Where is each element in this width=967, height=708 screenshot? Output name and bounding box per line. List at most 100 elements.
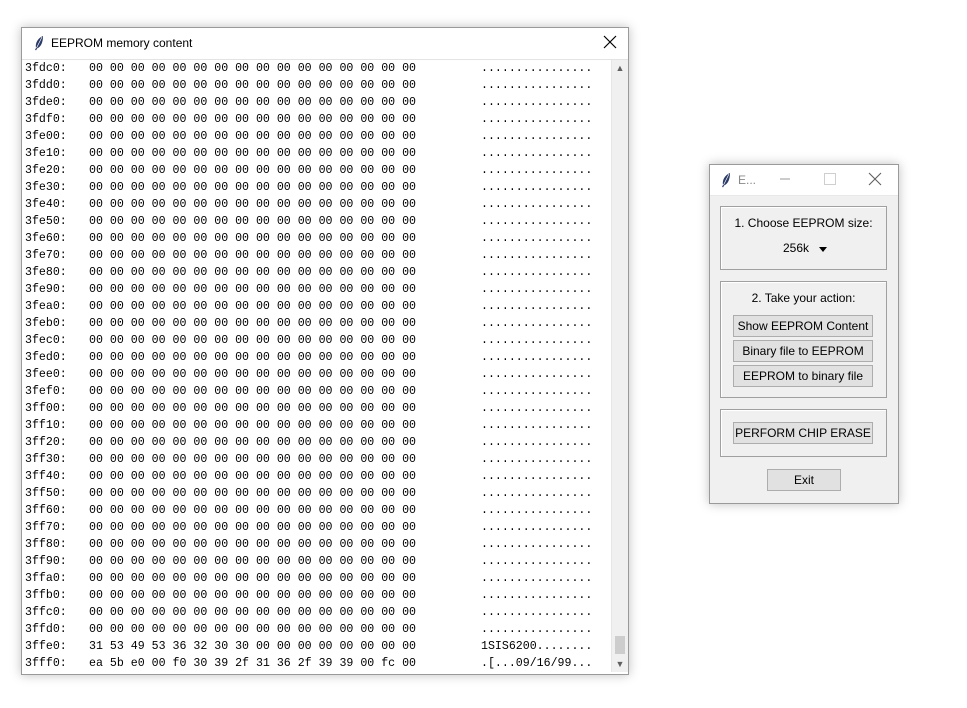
bytes-cell: 00 00 00 00 00 00 00 00 00 00 00 00 00 0… [89,300,416,313]
address-cell: 3ff00: [25,402,67,415]
address-cell: 3ff90: [25,555,67,568]
scrollbar-thumb[interactable] [615,636,625,654]
address-cell: 3ff80: [25,538,67,551]
hex-row: 3ff10: 00 00 00 00 00 00 00 00 00 00 00 0… [22,417,610,434]
ascii-cell: ................ [481,232,593,245]
ascii-cell: ................ [481,283,593,296]
eeprom-size-group: 1. Choose EEPROM size: 256k [720,206,887,270]
memory-window-titlebar[interactable]: EEPROM memory content [22,28,628,60]
erase-group: PERFORM CHIP ERASE [720,409,887,457]
scroll-up-icon[interactable]: ▲ [612,60,628,76]
address-cell: 3fdf0: [25,113,67,126]
bytes-cell: 00 00 00 00 00 00 00 00 00 00 00 00 00 0… [89,351,416,364]
address-cell: 3fe70: [25,249,67,262]
bytes-cell: 31 53 49 53 36 32 30 30 00 00 00 00 00 0… [89,640,416,653]
bytes-cell: 00 00 00 00 00 00 00 00 00 00 00 00 00 0… [89,113,416,126]
ascii-cell: ................ [481,62,593,75]
address-cell: 3fe60: [25,232,67,245]
hex-row: 3ffd0: 00 00 00 00 00 00 00 00 00 00 00 0… [22,621,610,638]
hex-row: 3fff0: ea 5b e0 00 f0 30 39 2f 31 36 2f 3… [22,655,610,672]
minimize-icon[interactable] [778,171,792,187]
chip-erase-button[interactable]: PERFORM CHIP ERASE [733,422,873,444]
hex-row: 3ffc0: 00 00 00 00 00 00 00 00 00 00 00 0… [22,604,610,621]
eeprom-size-label: 1. Choose EEPROM size: [734,216,873,230]
ascii-cell: ................ [481,215,593,228]
maximize-icon[interactable] [824,173,836,185]
bytes-cell: 00 00 00 00 00 00 00 00 00 00 00 00 00 0… [89,368,416,381]
ascii-cell: ................ [481,79,593,92]
eeprom-to-binary-file-button[interactable]: EEPROM to binary file [733,365,873,387]
ascii-cell: ................ [481,572,593,585]
bytes-cell: 00 00 00 00 00 00 00 00 00 00 00 00 00 0… [89,249,416,262]
bytes-cell: 00 00 00 00 00 00 00 00 00 00 00 00 00 0… [89,215,416,228]
hex-row: 3fe20: 00 00 00 00 00 00 00 00 00 00 00 0… [22,162,610,179]
ascii-cell: ................ [481,623,593,636]
ascii-cell: ................ [481,589,593,602]
address-cell: 3feb0: [25,317,67,330]
address-cell: 3ffd0: [25,623,67,636]
ascii-cell: ................ [481,249,593,262]
address-cell: 3ff10: [25,419,67,432]
address-cell: 3fe90: [25,283,67,296]
bytes-cell: 00 00 00 00 00 00 00 00 00 00 00 00 00 0… [89,436,416,449]
address-cell: 3fff0: [25,657,67,670]
hex-row: 3ff90: 00 00 00 00 00 00 00 00 00 00 00 0… [22,553,610,570]
hex-row: 3ffb0: 00 00 00 00 00 00 00 00 00 00 00 0… [22,587,610,604]
bytes-cell: 00 00 00 00 00 00 00 00 00 00 00 00 00 0… [89,130,416,143]
hex-row: 3fe00: 00 00 00 00 00 00 00 00 00 00 00 0… [22,128,610,145]
scroll-down-icon[interactable]: ▼ [612,656,628,672]
bytes-cell: 00 00 00 00 00 00 00 00 00 00 00 00 00 0… [89,283,416,296]
ascii-cell: ................ [481,181,593,194]
ascii-cell: ................ [481,164,593,177]
address-cell: 3ff40: [25,470,67,483]
control-window-titlebar[interactable]: E... [710,165,898,196]
address-cell: 3fef0: [25,385,67,398]
address-cell: 3fe40: [25,198,67,211]
hex-row: 3fea0: 00 00 00 00 00 00 00 00 00 00 00 0… [22,298,610,315]
control-window-title: E... [738,173,757,187]
ascii-cell: ................ [481,538,593,551]
address-cell: 3fdd0: [25,79,67,92]
hex-row: 3fe80: 00 00 00 00 00 00 00 00 00 00 00 0… [22,264,610,281]
hex-row: 3fed0: 00 00 00 00 00 00 00 00 00 00 00 0… [22,349,610,366]
address-cell: 3fee0: [25,368,67,381]
hex-row: 3fe10: 00 00 00 00 00 00 00 00 00 00 00 0… [22,145,610,162]
address-cell: 3ffc0: [25,606,67,619]
hex-row: 3fdf0: 00 00 00 00 00 00 00 00 00 00 00 0… [22,111,610,128]
hex-row: 3ff80: 00 00 00 00 00 00 00 00 00 00 00 0… [22,536,610,553]
bytes-cell: 00 00 00 00 00 00 00 00 00 00 00 00 00 0… [89,623,416,636]
action-label: 2. Take your action: [751,291,856,305]
close-icon[interactable] [868,172,882,186]
hex-row: 3fe70: 00 00 00 00 00 00 00 00 00 00 00 0… [22,247,610,264]
ascii-cell: ................ [481,351,593,364]
address-cell: 3ffb0: [25,589,67,602]
bytes-cell: 00 00 00 00 00 00 00 00 00 00 00 00 00 0… [89,419,416,432]
exit-button[interactable]: Exit [767,469,841,491]
hex-row: 3fe40: 00 00 00 00 00 00 00 00 00 00 00 0… [22,196,610,213]
ascii-cell: ................ [481,504,593,517]
ascii-cell: ................ [481,198,593,211]
ascii-cell: ................ [481,334,593,347]
hex-row: 3ff20: 00 00 00 00 00 00 00 00 00 00 00 0… [22,434,610,451]
hex-row: 3fdc0: 00 00 00 00 00 00 00 00 00 00 00 0… [22,60,610,77]
eeprom-size-dropdown[interactable]: 256k [776,240,832,258]
vertical-scrollbar[interactable]: ▲ ▼ [611,60,628,672]
hex-row: 3ff70: 00 00 00 00 00 00 00 00 00 00 00 0… [22,519,610,536]
action-group: 2. Take your action: Show EEPROM Content… [720,281,887,398]
bytes-cell: 00 00 00 00 00 00 00 00 00 00 00 00 00 0… [89,453,416,466]
address-cell: 3fde0: [25,96,67,109]
hex-dump-view[interactable]: 3fdc0: 00 00 00 00 00 00 00 00 00 00 00 0… [22,60,610,672]
bytes-cell: 00 00 00 00 00 00 00 00 00 00 00 00 00 0… [89,504,416,517]
hex-row: 3ff40: 00 00 00 00 00 00 00 00 00 00 00 0… [22,468,610,485]
address-cell: 3fe80: [25,266,67,279]
bytes-cell: 00 00 00 00 00 00 00 00 00 00 00 00 00 0… [89,266,416,279]
bytes-cell: 00 00 00 00 00 00 00 00 00 00 00 00 00 0… [89,62,416,75]
ascii-cell: ................ [481,368,593,381]
ascii-cell: ................ [481,487,593,500]
ascii-cell: ................ [481,555,593,568]
bytes-cell: 00 00 00 00 00 00 00 00 00 00 00 00 00 0… [89,606,416,619]
binary-file-to-eeprom-button[interactable]: Binary file to EEPROM [733,340,873,362]
close-icon[interactable] [602,34,618,50]
bytes-cell: 00 00 00 00 00 00 00 00 00 00 00 00 00 0… [89,385,416,398]
show-eeprom-content-button[interactable]: Show EEPROM Content [733,315,873,337]
